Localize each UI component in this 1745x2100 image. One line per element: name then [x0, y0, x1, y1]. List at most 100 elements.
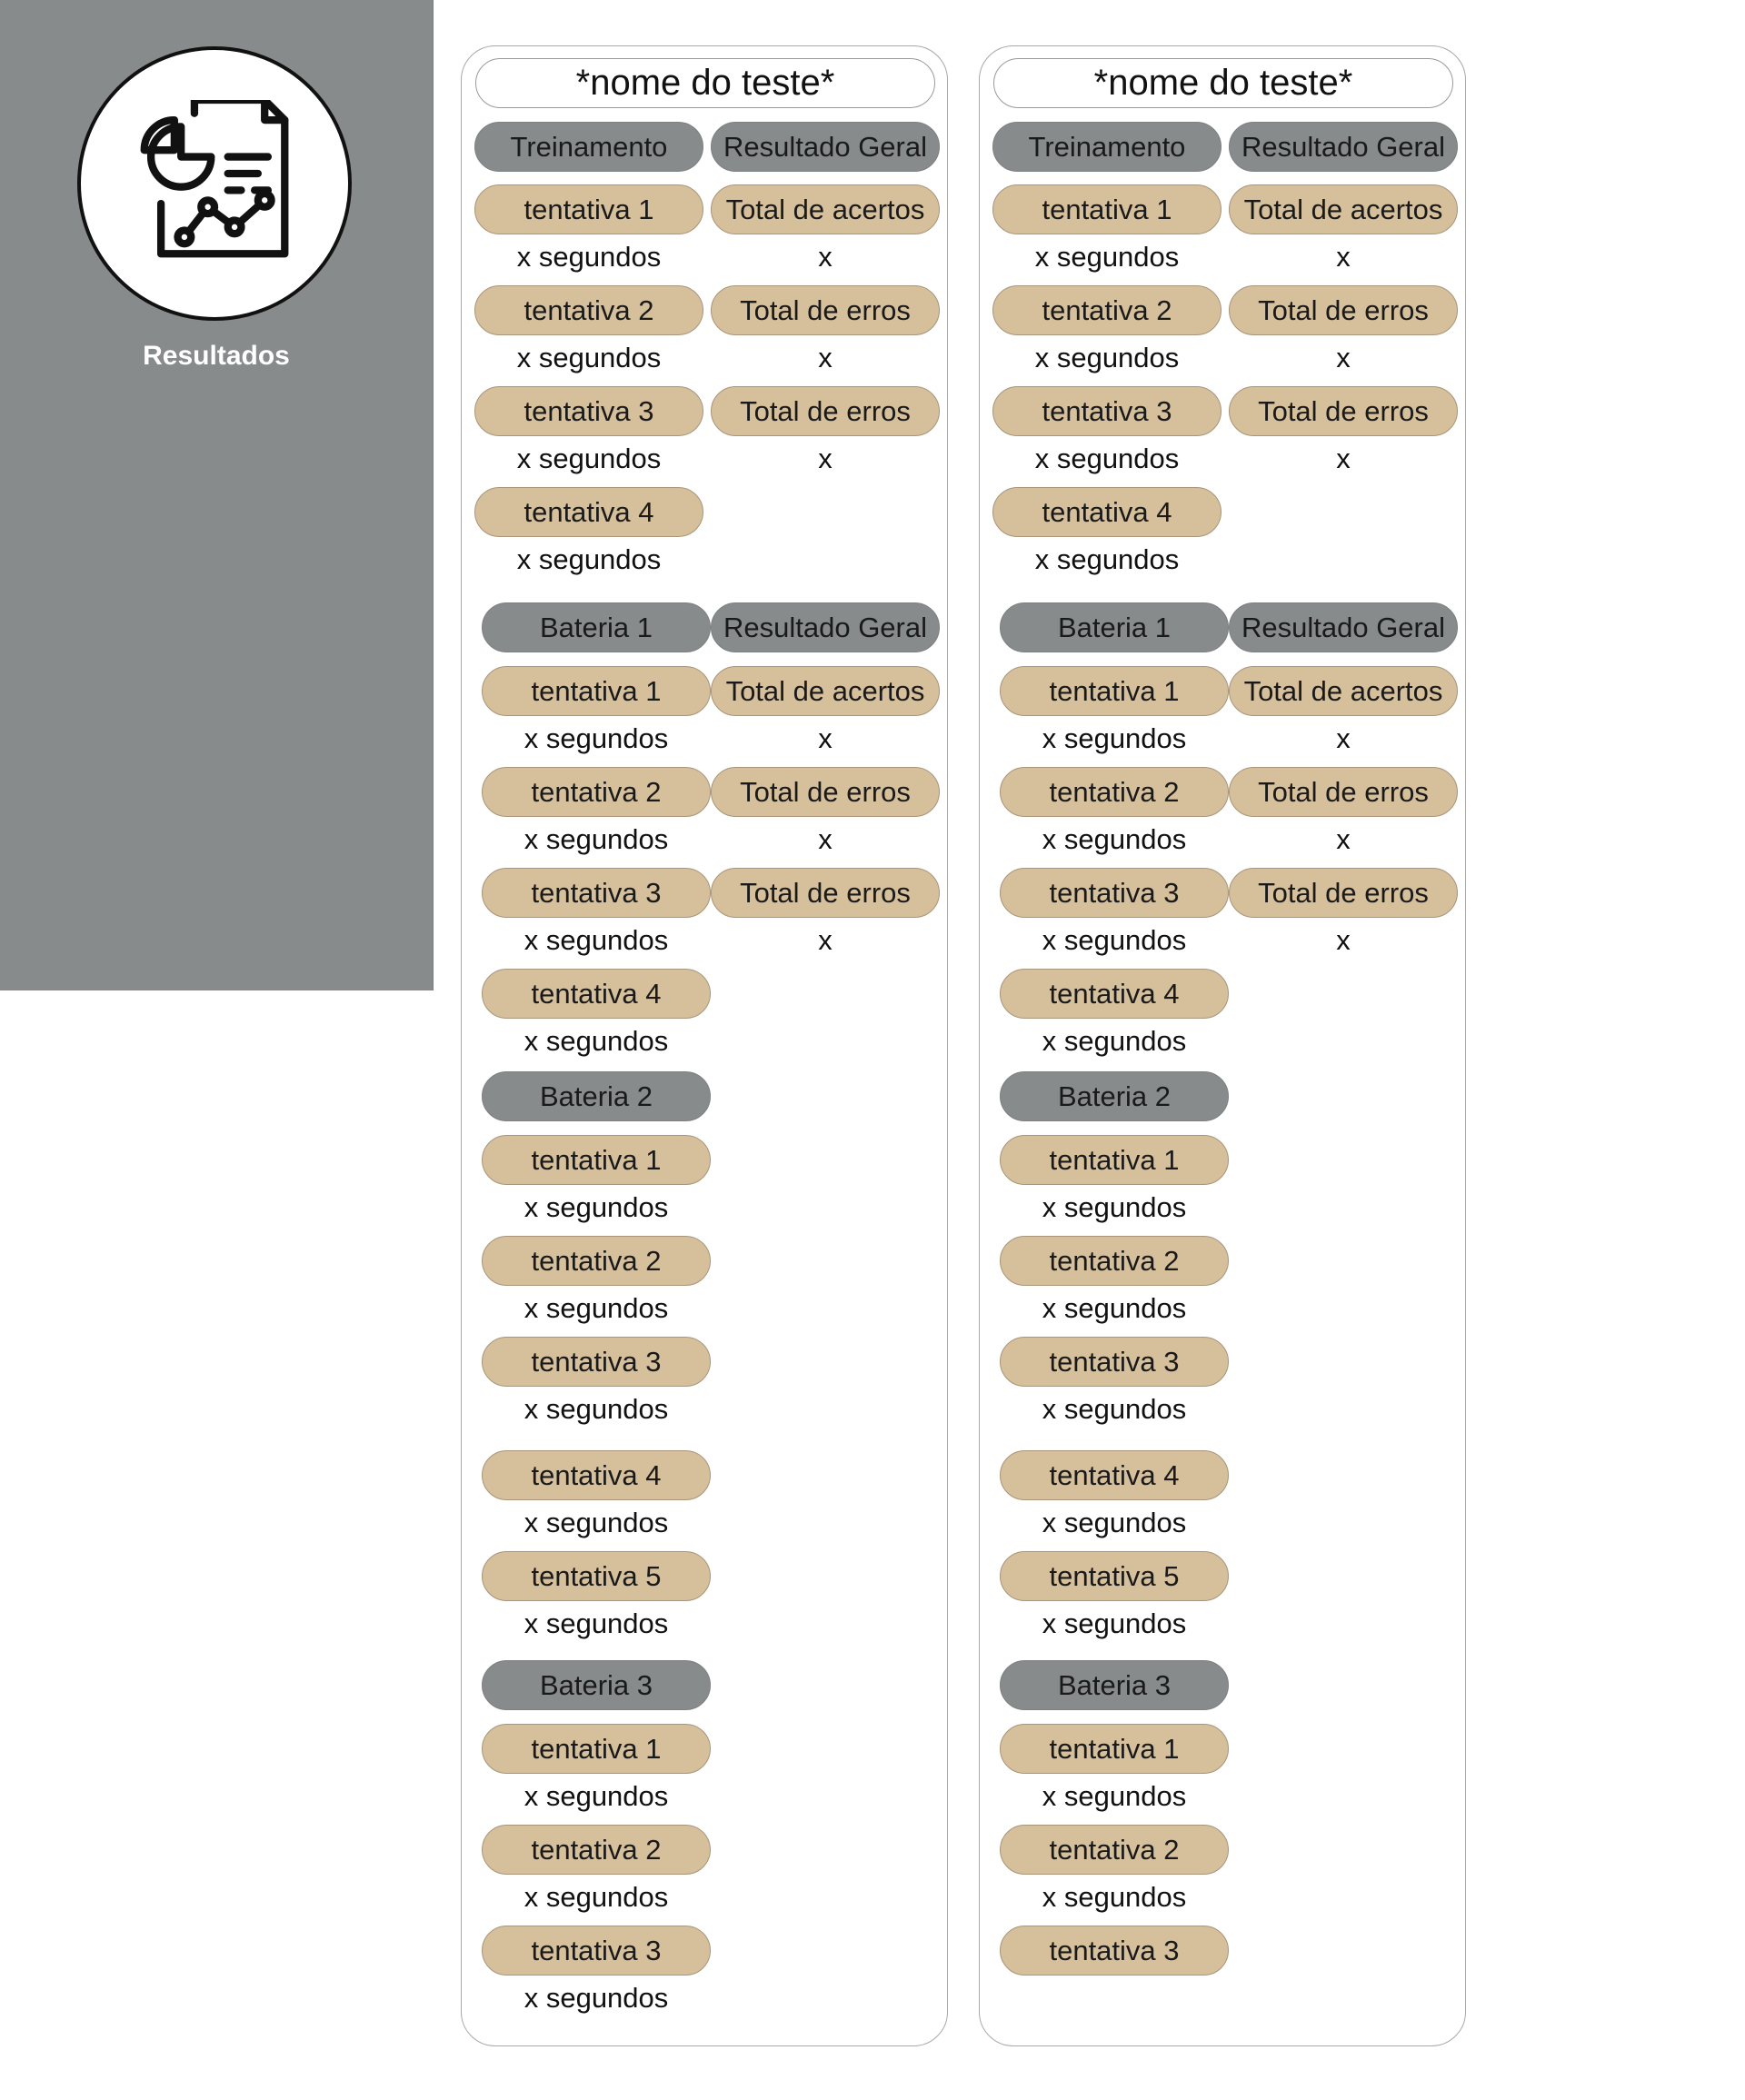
report-avatar[interactable] [77, 46, 352, 321]
attempt-pill[interactable]: tentativa 2 [482, 1236, 711, 1286]
summary-pill[interactable]: Total de erros [1229, 767, 1458, 817]
attempt-time: x segundos [1042, 1607, 1187, 1639]
attempt-time: x segundos [516, 342, 662, 373]
attempt-time: x segundos [516, 443, 662, 474]
attempt-time: x segundos [524, 1191, 669, 1223]
summary-value: x [818, 924, 833, 956]
attempt-pill[interactable]: tentativa 2 [482, 767, 711, 817]
summary-value: x [1336, 924, 1351, 956]
attempt-time: x segundos [1042, 1507, 1187, 1538]
attempt-pill[interactable]: tentativa 4 [1000, 1450, 1229, 1500]
summary-pill[interactable]: Total de acertos [1229, 184, 1458, 234]
attempt-pill[interactable]: tentativa 1 [1000, 666, 1229, 716]
attempt-pill[interactable]: tentativa 3 [482, 1337, 711, 1387]
summary-pill[interactable]: Total de erros [711, 868, 940, 918]
summary-value: x [1336, 342, 1351, 373]
attempt-time: x segundos [524, 924, 669, 956]
section-header-pill[interactable]: Bateria 1 [1000, 602, 1229, 652]
attempt-time: x segundos [1034, 443, 1180, 474]
test-card: *nome do teste* Treinamento Resultado Gera… [461, 45, 948, 2046]
section-header-pill[interactable]: Bateria 3 [482, 1660, 711, 1710]
summary-pill[interactable]: Total de erros [1229, 868, 1458, 918]
attempt-pill[interactable]: tentativa 1 [474, 184, 703, 234]
attempt-pill[interactable]: tentativa 3 [482, 1926, 711, 1976]
summary-value: x [818, 443, 833, 474]
attempt-pill[interactable]: tentativa 3 [992, 386, 1222, 436]
section-header-pill[interactable]: Bateria 2 [482, 1071, 711, 1121]
attempt-time: x segundos [524, 1780, 669, 1812]
report-analytics-icon [140, 100, 289, 258]
attempt-time: x segundos [1034, 342, 1180, 373]
summary-value: x [818, 823, 833, 855]
sidebar: Resultados [0, 0, 434, 990]
section-header-pill[interactable]: Bateria 2 [1000, 1071, 1229, 1121]
summary-pill[interactable]: Total de erros [711, 767, 940, 817]
summary-pill[interactable]: Total de acertos [711, 666, 940, 716]
attempt-time: x segundos [1042, 1191, 1187, 1223]
overall-result-pill[interactable]: Resultado Geral [711, 122, 940, 172]
attempt-pill[interactable]: tentativa 4 [992, 487, 1222, 537]
attempt-pill[interactable]: tentativa 5 [482, 1551, 711, 1601]
attempt-time: x segundos [1042, 722, 1187, 754]
attempt-pill[interactable]: tentativa 3 [1000, 1337, 1229, 1387]
attempt-pill[interactable]: tentativa 2 [992, 285, 1222, 335]
summary-value: x [1336, 823, 1351, 855]
attempt-pill[interactable]: tentativa 3 [1000, 1926, 1229, 1976]
attempt-pill[interactable]: tentativa 2 [1000, 767, 1229, 817]
attempt-time: x segundos [516, 543, 662, 575]
attempt-time: x segundos [1034, 543, 1180, 575]
attempt-time: x segundos [524, 1982, 669, 2014]
summary-pill[interactable]: Total de erros [711, 386, 940, 436]
attempt-time: x segundos [524, 722, 669, 754]
attempt-time: x segundos [524, 1292, 669, 1324]
attempt-pill[interactable]: tentativa 3 [1000, 868, 1229, 918]
summary-pill[interactable]: Total de erros [1229, 386, 1458, 436]
section-header-pill[interactable]: Treinamento [474, 122, 703, 172]
overall-result-pill[interactable]: Resultado Geral [1229, 602, 1458, 652]
summary-value: x [1336, 722, 1351, 754]
summary-value: x [818, 342, 833, 373]
attempt-pill[interactable]: tentativa 1 [1000, 1724, 1229, 1774]
attempt-pill[interactable]: tentativa 3 [474, 386, 703, 436]
test-name-title: *nome do teste* [993, 58, 1453, 108]
section-header-pill[interactable]: Bateria 3 [1000, 1660, 1229, 1710]
attempt-pill[interactable]: tentativa 2 [1000, 1825, 1229, 1875]
attempt-time: x segundos [1042, 1025, 1187, 1057]
attempt-pill[interactable]: tentativa 1 [1000, 1135, 1229, 1185]
attempt-time: x segundos [516, 241, 662, 273]
attempt-time: x segundos [524, 1025, 669, 1057]
overall-result-pill[interactable]: Resultado Geral [711, 602, 940, 652]
attempt-time: x segundos [524, 1607, 669, 1639]
attempt-pill[interactable]: tentativa 4 [482, 1450, 711, 1500]
attempt-pill[interactable]: tentativa 2 [482, 1825, 711, 1875]
attempt-pill[interactable]: tentativa 2 [474, 285, 703, 335]
attempt-time: x segundos [1042, 1393, 1187, 1425]
attempt-pill[interactable]: tentativa 1 [482, 1135, 711, 1185]
summary-pill[interactable]: Total de acertos [711, 184, 940, 234]
overall-result-pill[interactable]: Resultado Geral [1229, 122, 1458, 172]
section-header-pill[interactable]: Treinamento [992, 122, 1222, 172]
attempt-pill[interactable]: tentativa 2 [1000, 1236, 1229, 1286]
test-name-title: *nome do teste* [475, 58, 935, 108]
attempt-pill[interactable]: tentativa 4 [1000, 969, 1229, 1019]
attempt-pill[interactable]: tentativa 5 [1000, 1551, 1229, 1601]
summary-value: x [818, 722, 833, 754]
attempt-pill[interactable]: tentativa 1 [482, 1724, 711, 1774]
sidebar-label: Resultados [143, 341, 290, 371]
attempt-pill[interactable]: tentativa 4 [474, 487, 703, 537]
attempt-pill[interactable]: tentativa 1 [992, 184, 1222, 234]
test-card: *nome do teste* Treinamento Resultado Gera… [979, 45, 1466, 2046]
attempt-pill[interactable]: tentativa 4 [482, 969, 711, 1019]
attempt-time: x segundos [1042, 1292, 1187, 1324]
attempt-time: x segundos [1042, 924, 1187, 956]
summary-pill[interactable]: Total de acertos [1229, 666, 1458, 716]
summary-value: x [1336, 241, 1351, 273]
attempt-pill[interactable]: tentativa 1 [482, 666, 711, 716]
summary-pill[interactable]: Total de erros [711, 285, 940, 335]
attempt-time: x segundos [524, 1507, 669, 1538]
attempt-time: x segundos [524, 1393, 669, 1425]
attempt-pill[interactable]: tentativa 3 [482, 868, 711, 918]
attempt-time: x segundos [524, 823, 669, 855]
summary-pill[interactable]: Total de erros [1229, 285, 1458, 335]
section-header-pill[interactable]: Bateria 1 [482, 602, 711, 652]
